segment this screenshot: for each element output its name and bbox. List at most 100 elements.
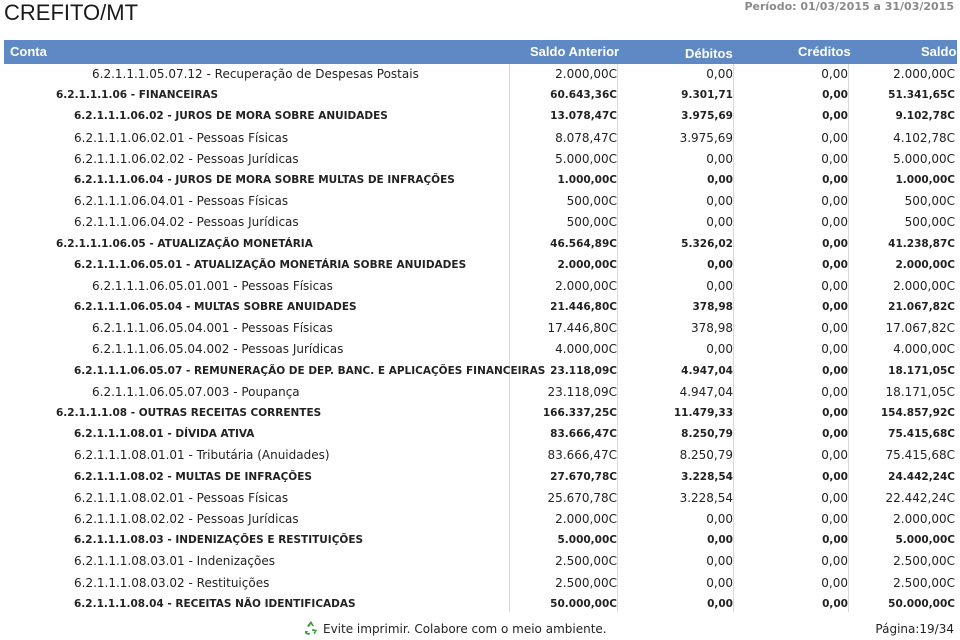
account-cell: 6.2.1.1.1.08.01 - DÍVIDA ATIVA — [74, 428, 255, 441]
saldo-anterior-cell: 166.337,25C — [542, 407, 617, 419]
saldo-anterior-cell: 25.670,78C — [547, 490, 617, 505]
table-row: 6.2.1.1.1.08.01 - DÍVIDA ATIVA 83.666,47C… — [4, 424, 957, 445]
debitos-cell: 378,98 — [691, 321, 733, 336]
table-row: 6.2.1.1.1.05.07.12 - Recuperação de Desp… — [4, 64, 957, 85]
table-row: 6.2.1.1.1.06.05.07.003 - Poupança 23.118,… — [4, 382, 957, 403]
table-row: 6.2.1.1.1.06.05.01.001 - Pessoas Físicas… — [4, 276, 957, 297]
creditos-cell: 0,00 — [822, 428, 848, 441]
saldo-cell: 18.171,05C — [888, 364, 955, 377]
saldo-anterior-cell: 46.564,89C — [550, 237, 617, 250]
table-row: 6.2.1.1.1.08.02 - MULTAS DE INFRAÇÕES 27.… — [4, 467, 957, 488]
table-row: 6.2.1.1.1.06.02 - JUROS DE MORA SOBRE AN… — [4, 106, 957, 127]
account-cell: 6.2.1.1.1.08.01.01 - Tributária (Anuidad… — [74, 448, 330, 463]
table-row: 6.2.1.1.1.06.02.01 - Pessoas Físicas 8.07… — [4, 128, 957, 149]
saldo-anterior-cell: 5.000,00C — [555, 151, 617, 166]
column-header-saldo: Saldo — [921, 44, 957, 59]
debitos-cell: 0,00 — [707, 597, 733, 610]
saldo-cell: 2.000,00C — [893, 278, 955, 293]
page-footer: Evite imprimir. Colabore com o meio ambi… — [0, 616, 960, 640]
saldo-cell: 50.000,00C — [888, 597, 955, 610]
saldo-anterior-cell: 21.446,80C — [550, 301, 617, 314]
debitos-cell: 8.250,79 — [679, 448, 733, 463]
account-cell: 6.2.1.1.1.08 - OUTRAS RECEITAS CORRENTES — [56, 407, 322, 419]
debitos-cell: 11.479,33 — [673, 407, 733, 419]
saldo-cell: 4.000,00C — [893, 342, 955, 357]
saldo-anterior-cell: 60.643,36C — [550, 89, 617, 102]
debitos-cell: 0,00 — [707, 173, 733, 186]
creditos-cell: 0,00 — [821, 448, 848, 463]
creditos-cell: 0,00 — [822, 470, 848, 483]
saldo-anterior-cell: 83.666,47C — [550, 428, 617, 441]
saldo-cell: 51.341,65C — [888, 89, 955, 102]
debitos-cell: 4.947,04 — [681, 364, 733, 377]
debitos-cell: 3.228,54 — [679, 490, 733, 505]
eco-message: Evite imprimir. Colabore com o meio ambi… — [323, 622, 607, 636]
table-row: 6.2.1.1.1.06.05 - ATUALIZAÇÃO MONETÁRIA 4… — [4, 234, 957, 255]
table-row: 6.2.1.1.1.08.02.01 - Pessoas Físicas 25.6… — [4, 488, 957, 509]
debitos-cell: 0,00 — [706, 511, 733, 526]
saldo-anterior-cell: 23.118,09C — [550, 364, 617, 377]
saldo-cell: 5.000,00C — [893, 151, 955, 166]
table-row: 6.2.1.1.1.06.05.04.001 - Pessoas Físicas… — [4, 318, 957, 339]
column-header-conta: Conta — [10, 44, 47, 59]
account-cell: 6.2.1.1.1.06.05 - ATUALIZAÇÃO MONETÁRIA — [56, 237, 313, 250]
debitos-cell: 0,00 — [706, 342, 733, 357]
saldo-cell: 21.067,82C — [888, 301, 955, 314]
account-cell: 6.2.1.1.1.06.02.02 - Pessoas Jurídicas — [74, 151, 299, 166]
saldo-cell: 9.102,78C — [895, 110, 955, 123]
column-header-creditos: Créditos — [798, 44, 851, 59]
saldo-cell: 2.000,00C — [895, 258, 955, 271]
account-cell: 6.2.1.1.1.06.05.07 - REMUNERAÇÃO DE DEP.… — [74, 364, 546, 377]
creditos-cell: 0,00 — [821, 215, 848, 230]
saldo-cell: 2.000,00C — [893, 67, 955, 81]
saldo-anterior-cell: 2.500,00C — [555, 554, 617, 569]
saldo-anterior-cell: 500,00C — [566, 215, 617, 230]
saldo-cell: 22.442,24C — [885, 490, 955, 505]
saldo-anterior-cell: 13.078,47C — [550, 110, 617, 123]
column-header-debitos: Débitos — [685, 46, 733, 61]
account-cell: 6.2.1.1.1.06.04.02 - Pessoas Jurídicas — [74, 215, 299, 230]
debitos-cell: 0,00 — [706, 67, 733, 81]
account-cell: 6.2.1.1.1.08.04 - RECEITAS NÃO IDENTIFIC… — [74, 597, 356, 610]
creditos-cell: 0,00 — [821, 554, 848, 569]
saldo-cell: 75.415,68C — [888, 428, 955, 441]
account-cell: 6.2.1.1.1.08.03.01 - Indenizações — [74, 554, 275, 569]
saldo-anterior-cell: 8.078,47C — [555, 130, 617, 145]
creditos-cell: 0,00 — [822, 534, 848, 547]
table-row: 6.2.1.1.1.06 - FINANCEIRAS 60.643,36C 9.30… — [4, 85, 957, 106]
table-row: 6.2.1.1.1.06.05.07 - REMUNERAÇÃO DE DEP.… — [4, 361, 957, 382]
table-row: 6.2.1.1.1.08.01.01 - Tributária (Anuidad… — [4, 445, 957, 466]
saldo-anterior-cell: 2.000,00C — [555, 511, 617, 526]
creditos-cell: 0,00 — [822, 89, 848, 102]
creditos-cell: 0,00 — [822, 597, 848, 610]
table-row: 6.2.1.1.1.08.03.01 - Indenizações 2.500,0… — [4, 551, 957, 572]
saldo-cell: 2.000,00C — [893, 511, 955, 526]
debitos-cell: 0,00 — [706, 215, 733, 230]
table-row: 6.2.1.1.1.06.05.01 - ATUALIZAÇÃO MONETÁR… — [4, 255, 957, 276]
account-cell: 6.2.1.1.1.06.05.04 - MULTAS SOBRE ANUIDA… — [74, 301, 357, 314]
saldo-cell: 17.067,82C — [885, 321, 955, 336]
saldo-anterior-cell: 2.500,00C — [555, 575, 617, 590]
table-row: 6.2.1.1.1.08.02.02 - Pessoas Jurídicas 2.… — [4, 509, 957, 530]
saldo-anterior-cell: 50.000,00C — [550, 597, 617, 610]
saldo-cell: 500,00C — [904, 215, 955, 230]
table-row: 6.2.1.1.1.06.04.01 - Pessoas Físicas 500,… — [4, 191, 957, 212]
creditos-cell: 0,00 — [821, 575, 848, 590]
table-row: 6.2.1.1.1.08.03 - INDENIZAÇÕES E RESTITU… — [4, 530, 957, 551]
saldo-cell: 1.000,00C — [895, 173, 955, 186]
creditos-cell: 0,00 — [821, 151, 848, 166]
account-cell: 6.2.1.1.1.08.02.01 - Pessoas Físicas — [74, 490, 289, 505]
recycle-icon — [303, 620, 319, 636]
account-cell: 6.2.1.1.1.06.02.01 - Pessoas Físicas — [74, 130, 289, 145]
creditos-cell: 0,00 — [822, 301, 848, 314]
table-row: 6.2.1.1.1.06.05.04.002 - Pessoas Jurídic… — [4, 339, 957, 360]
saldo-cell: 2.500,00C — [893, 575, 955, 590]
debitos-cell: 3.228,54 — [681, 470, 733, 483]
saldo-anterior-cell: 17.446,80C — [547, 321, 617, 336]
table-row: 6.2.1.1.1.06.02.02 - Pessoas Jurídicas 5.… — [4, 149, 957, 170]
table-row: 6.2.1.1.1.06.05.04 - MULTAS SOBRE ANUIDA… — [4, 297, 957, 318]
debitos-cell: 0,00 — [707, 534, 733, 547]
account-cell: 6.2.1.1.1.06.04 - JUROS DE MORA SOBRE MU… — [74, 173, 455, 186]
saldo-cell: 4.102,78C — [893, 130, 955, 145]
debitos-cell: 0,00 — [707, 258, 733, 271]
